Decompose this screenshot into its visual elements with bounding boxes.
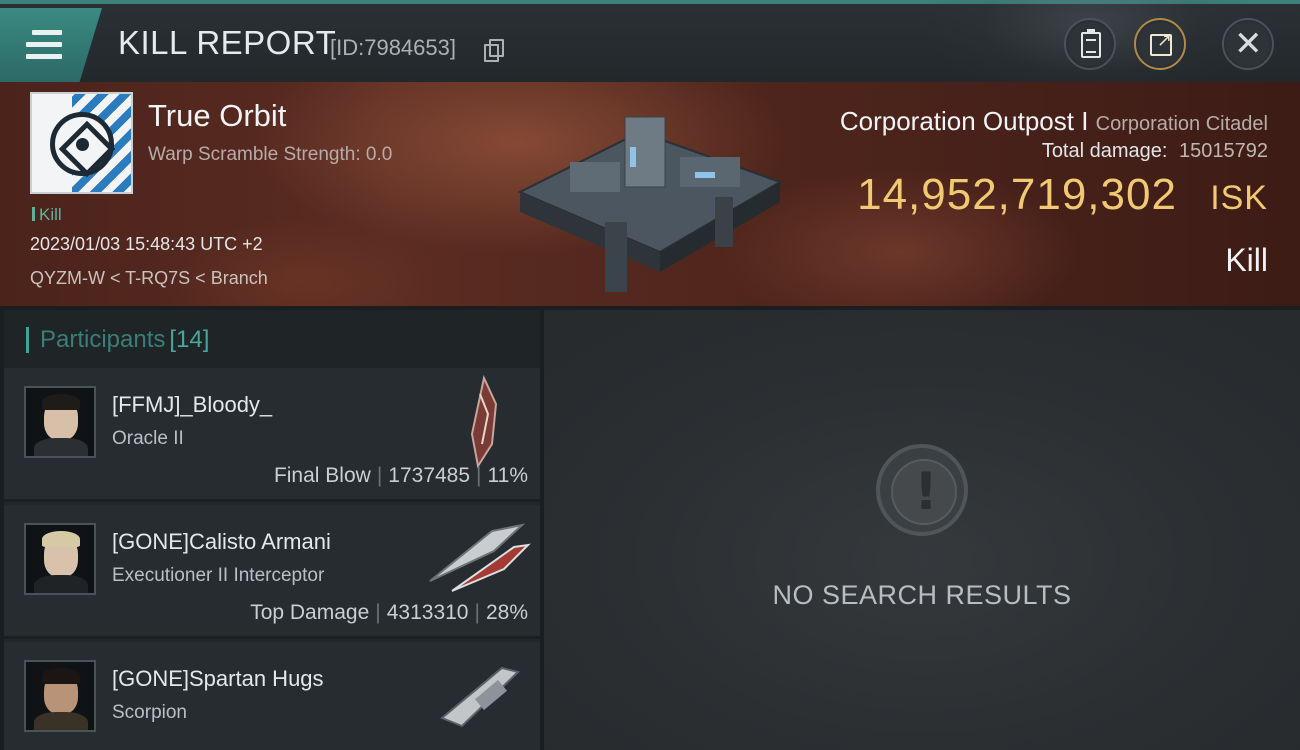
kill-outcome: Kill — [1225, 242, 1268, 278]
close-button[interactable]: ✕ — [1222, 18, 1274, 70]
total-damage: Total damage: 15015792 — [1042, 140, 1268, 163]
avatar[interactable] — [24, 386, 96, 458]
avatar[interactable] — [24, 523, 96, 595]
participant-damage: 4313310 — [386, 601, 469, 624]
kill-tag: Kill — [32, 205, 62, 225]
participant-stats: Top Damage | 4313310 | 28% — [250, 601, 528, 624]
participants-panel: Participants [14] [FFMJ]_Bloody_ Oracle I… — [4, 310, 540, 750]
corporation-logo[interactable] — [30, 92, 133, 194]
participants-count: [14] — [169, 326, 210, 353]
kill-datetime: 2023/01/03 15:48:43 UTC +2 — [30, 234, 263, 254]
close-icon: ✕ — [1234, 24, 1263, 64]
corporation-emblem-icon — [50, 112, 114, 176]
corporation-name[interactable]: True Orbit — [148, 98, 286, 134]
structure-name: Corporation Outpost I — [839, 106, 1089, 136]
total-damage-value: 15015792 — [1179, 140, 1268, 162]
participant-ship: Oracle II — [112, 428, 184, 449]
isk-currency: ISK — [1210, 179, 1268, 217]
report-id: [ID:7984653] — [330, 35, 456, 60]
avatar[interactable] — [24, 660, 96, 732]
hamburger-menu-icon — [26, 30, 62, 66]
total-damage-label: Total damage: — [1041, 140, 1168, 162]
top-bar: KILL REPORT [ID:7984653] ✕ — [0, 0, 1300, 104]
participant-damage: 1737485 — [388, 464, 471, 487]
kill-banner: True Orbit Warp Scramble Strength: 0.0 K… — [0, 82, 1300, 306]
page-title: KILL REPORT — [118, 24, 337, 61]
results-pane: ! NO SEARCH RESULTS — [544, 310, 1300, 750]
participant-name: [GONE]Calisto Armani — [112, 529, 331, 554]
ship-image — [440, 666, 520, 728]
copy-icon[interactable] — [484, 39, 504, 62]
participant-percent: 28% — [485, 601, 528, 624]
share-button[interactable] — [1134, 18, 1186, 70]
clipboard-icon — [1081, 29, 1101, 58]
participants-label: Participants — [40, 326, 166, 353]
clipboard-button[interactable] — [1064, 18, 1116, 70]
ship-image — [470, 374, 498, 469]
kill-location[interactable]: QYZM-W < T-RQ7S < Branch — [30, 268, 268, 289]
isk-value: 14,952,719,302 ISK — [857, 170, 1268, 220]
warp-scramble-strength: Warp Scramble Strength: 0.0 — [148, 144, 393, 165]
participant-ship: Executioner II Interceptor — [112, 565, 325, 586]
participant-row[interactable]: [GONE]Calisto Armani Executioner II Inte… — [4, 505, 540, 639]
participant-percent: 11% — [487, 464, 528, 487]
structure-image — [517, 116, 783, 292]
structure-class: Corporation Citadel — [1095, 113, 1268, 135]
participant-row[interactable]: [GONE]Spartan Hugs Scorpion — [4, 642, 540, 750]
participants-header: Participants [14] — [4, 310, 540, 368]
participant-role: Final Blow — [273, 464, 371, 487]
isk-amount: 14,952,719,302 — [857, 170, 1177, 219]
menu-button[interactable] — [0, 8, 102, 82]
participant-role: Top Damage — [250, 601, 370, 624]
participant-name: [GONE]Spartan Hugs — [112, 666, 324, 691]
share-icon — [1150, 30, 1172, 56]
ship-image — [429, 523, 531, 592]
exclamation-icon: ! — [876, 444, 968, 536]
victim-structure[interactable]: Corporation Outpost I Corporation Citade… — [840, 106, 1268, 137]
participant-stats: Final Blow | 1737485 | 11% — [273, 464, 528, 487]
participant-name: [FFMJ]_Bloody_ — [112, 392, 273, 417]
participant-row[interactable]: [FFMJ]_Bloody_ Oracle II Final Blow | 1737… — [4, 368, 540, 502]
participant-ship: Scorpion — [112, 702, 187, 723]
no-results-text: NO SEARCH RESULTS — [772, 580, 1072, 610]
